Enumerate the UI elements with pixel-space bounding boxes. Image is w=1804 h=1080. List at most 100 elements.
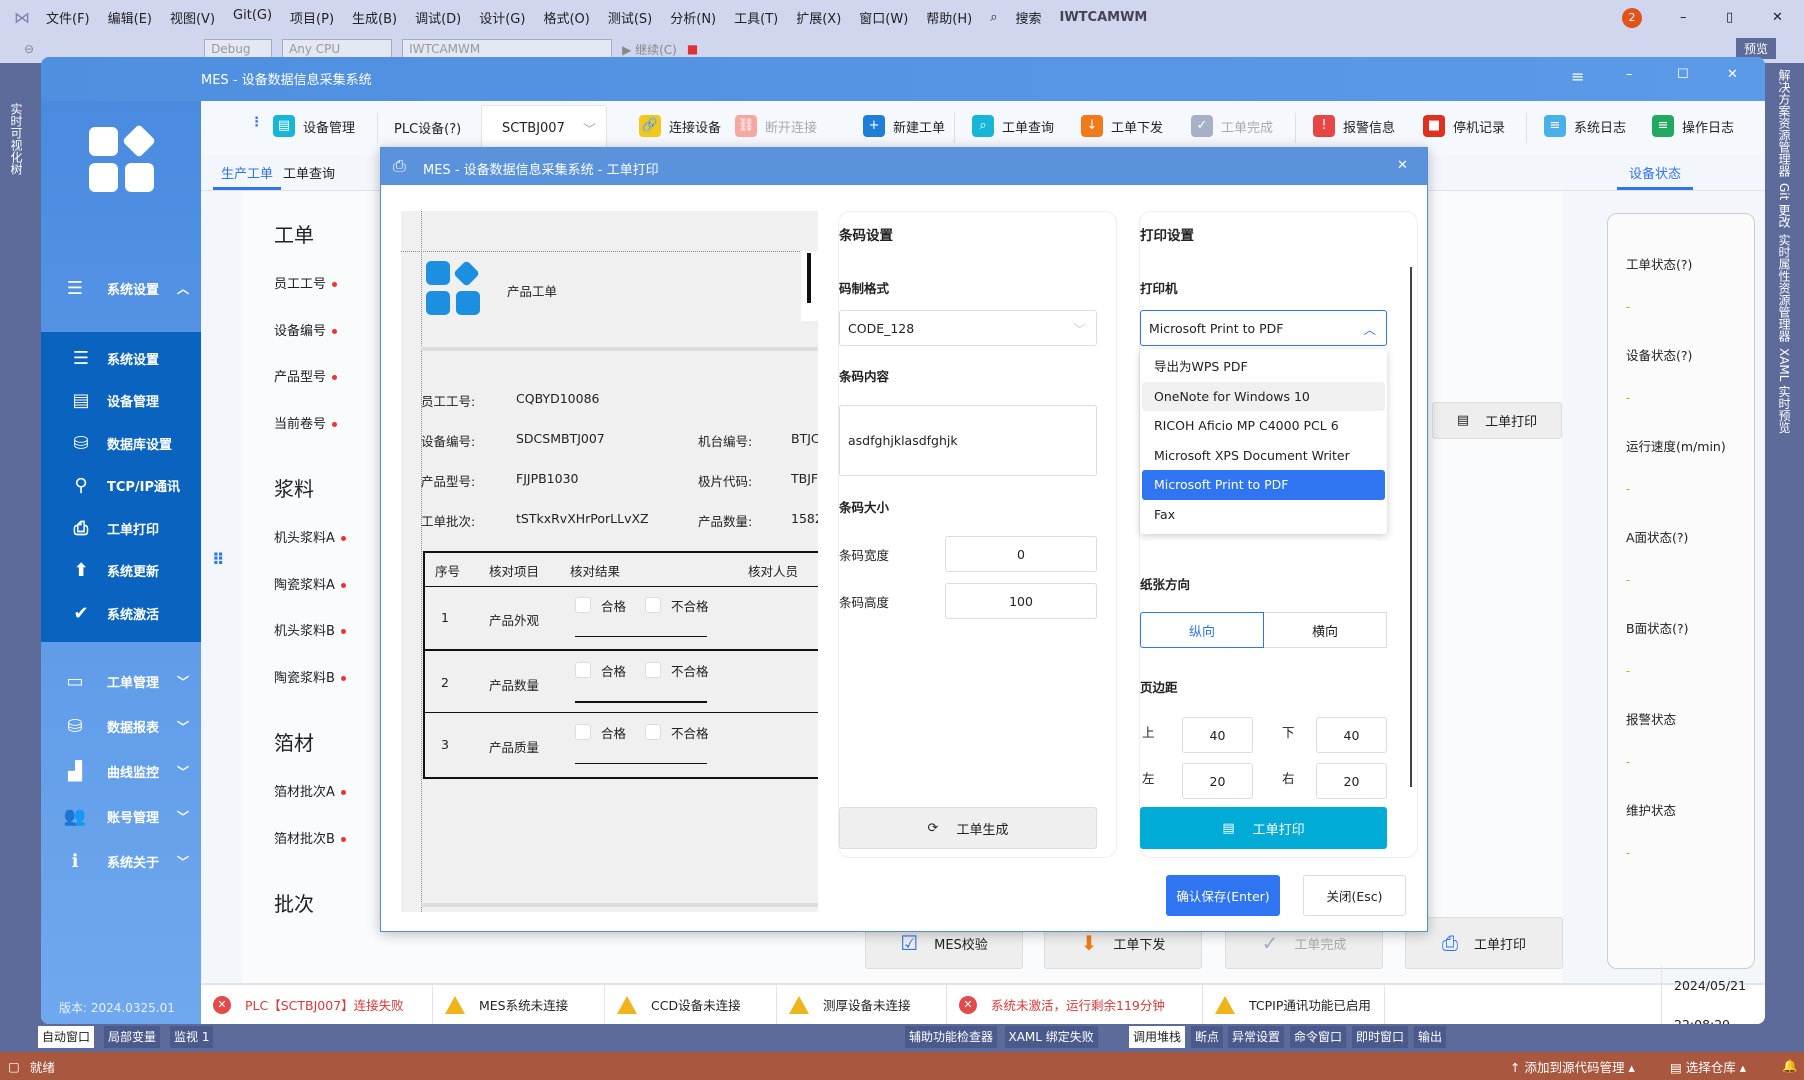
app-minimize-icon[interactable]: – xyxy=(1626,67,1633,82)
vs-right-tab[interactable]: 解决方案资源管理器 xyxy=(1776,69,1793,177)
continue-button[interactable]: ▶ 继续(C) xyxy=(622,41,677,58)
vs-menu-item[interactable]: 工具(T) xyxy=(734,8,778,27)
bell-icon[interactable]: 🔔 xyxy=(1782,1058,1798,1074)
vs-menu-item[interactable]: 窗口(W) xyxy=(859,8,908,27)
vs-menu-item[interactable]: 视图(V) xyxy=(170,8,215,27)
vs-bottom-tab[interactable]: 辅助功能检查器 xyxy=(905,1026,998,1048)
sidebar-group[interactable]: ⛁ 数据报表 ﹀ xyxy=(41,706,201,746)
barcode-content-input[interactable]: asdfghjklasdfghjk xyxy=(839,405,1097,476)
plc-select[interactable]: SCTBJ007 ﹀ xyxy=(481,105,607,151)
toolbar-button[interactable]: ⌕ 工单查询 xyxy=(972,115,1054,137)
printer-option[interactable]: Microsoft XPS Document Writer xyxy=(1142,441,1385,471)
vs-search[interactable]: 搜索 xyxy=(1015,8,1041,27)
toolbar-button[interactable]: ↓ 工单下发 xyxy=(1081,115,1163,137)
sidebar-subitem[interactable]: ▤ 设备管理 xyxy=(41,381,201,421)
select-repo[interactable]: ▤ 选择仓库 ▴ xyxy=(1670,1057,1746,1076)
vs-bottom-tab[interactable]: 命令窗口 xyxy=(1290,1026,1347,1048)
checkbox[interactable] xyxy=(575,662,591,678)
bottom-action-button[interactable]: ⎙ 工单打印 xyxy=(1405,917,1563,969)
grid-handle-icon[interactable]: ⠿ xyxy=(212,550,225,569)
printer-select[interactable]: Microsoft Print to PDF ︿ xyxy=(1140,310,1387,346)
sidebar-subitem[interactable]: ⬆ 系统更新 xyxy=(41,551,201,591)
search-icon[interactable]: ⌕ xyxy=(990,10,997,25)
vs-menu-item[interactable]: 测试(S) xyxy=(608,8,652,27)
vs-menu-item[interactable]: 编辑(E) xyxy=(108,8,152,27)
checkbox[interactable] xyxy=(645,597,661,613)
sidebar-group-system-settings[interactable]: ☰ 系统设置 ︿ xyxy=(41,268,201,308)
toolbar-button[interactable]: + 新建工单 xyxy=(863,115,945,137)
vs-bottom-tab[interactable]: 监视 1 xyxy=(170,1026,214,1048)
stop-icon[interactable]: ■ xyxy=(687,42,698,56)
dialog-close-icon[interactable]: ✕ xyxy=(1397,158,1408,173)
vs-menu-item[interactable]: 格式(O) xyxy=(543,8,589,27)
vs-bottom-tab[interactable]: 局部变量 xyxy=(104,1026,161,1048)
print-order-button[interactable]: ▤ 工单打印 xyxy=(1140,807,1387,849)
vs-bottom-tab[interactable]: 断点 xyxy=(1191,1026,1224,1048)
more-icon[interactable]: ⋮ xyxy=(250,115,263,130)
device-mgmt-button[interactable]: ▤ 设备管理 xyxy=(273,115,355,137)
portrait-option[interactable]: 纵向 xyxy=(1140,612,1264,648)
barcode-format-select[interactable]: CODE_128 ﹀ xyxy=(839,310,1097,346)
notification-badge[interactable]: 2 xyxy=(1622,7,1642,28)
checkbox[interactable] xyxy=(645,724,661,740)
toolbar-button[interactable]: ■ 停机记录 xyxy=(1423,115,1505,137)
vs-bottom-tab[interactable]: 调用堆栈 xyxy=(1129,1026,1186,1048)
vs-menu-item[interactable]: 调试(D) xyxy=(415,8,461,27)
sidebar-subitem[interactable]: ✔ 系统激活 xyxy=(41,593,201,633)
sidebar-subitem[interactable]: ☰ 系统设置 xyxy=(41,338,201,378)
vs-menu-item[interactable]: 项目(P) xyxy=(290,8,334,27)
toolbar-button[interactable]: ✓ 工单完成 xyxy=(1191,115,1273,137)
vs-menu-item[interactable]: 生成(B) xyxy=(352,8,397,27)
toolbar-button[interactable]: ! 报警信息 xyxy=(1313,115,1395,137)
vs-right-tab[interactable]: XAML 实时预览 xyxy=(1776,348,1793,433)
vs-left-tab[interactable]: 实时可视化树 xyxy=(8,103,25,175)
minimize-icon[interactable]: – xyxy=(1680,10,1687,25)
vs-menu-item[interactable]: 扩展(X) xyxy=(796,8,841,27)
sidebar-group[interactable]: 👥 账号管理 ﹀ xyxy=(41,796,201,836)
tab-production-order[interactable]: 生产工单 xyxy=(213,163,282,190)
app-maximize-icon[interactable]: ☐ xyxy=(1677,67,1689,82)
tab-order-query[interactable]: 工单查询 xyxy=(283,163,335,182)
vs-bottom-tab[interactable]: 异常设置 xyxy=(1228,1026,1285,1048)
margin-right-input[interactable]: 20 xyxy=(1316,763,1387,799)
printer-option[interactable]: OneNote for Windows 10 xyxy=(1142,381,1385,411)
vs-right-tab[interactable]: Git 更改 xyxy=(1776,183,1793,228)
landscape-option[interactable]: 横向 xyxy=(1264,612,1387,648)
back-icon[interactable]: ⊖ xyxy=(24,42,34,56)
sidebar-group[interactable]: ℹ 系统关于 ﹀ xyxy=(41,841,201,881)
vs-right-tab[interactable]: 实时属性资源管理器 xyxy=(1776,234,1793,342)
margin-top-input[interactable]: 40 xyxy=(1182,717,1253,753)
sidebar-group[interactable]: ▟ 曲线监控 ﹀ xyxy=(41,751,201,791)
platform-select[interactable]: Any CPU xyxy=(282,39,393,59)
confirm-save-button[interactable]: 确认保存(Enter) xyxy=(1166,875,1280,916)
close-dialog-button[interactable]: 关闭(Esc) xyxy=(1303,875,1406,916)
vs-menu-item[interactable]: 帮助(H) xyxy=(926,8,972,27)
checkbox[interactable] xyxy=(575,724,591,740)
panel-scrollbar[interactable] xyxy=(1410,267,1412,787)
printer-option[interactable]: 导出为WPS PDF xyxy=(1142,352,1385,382)
project-select[interactable]: IWTCAMWM xyxy=(402,39,613,59)
toolbar-button[interactable]: ⛓ 断开连接 xyxy=(735,115,817,137)
margin-bottom-input[interactable]: 40 xyxy=(1316,717,1387,753)
toolbar-button[interactable]: 🔗 连接设备 xyxy=(639,115,721,137)
config-select[interactable]: Debug xyxy=(204,39,273,59)
toolbar-button[interactable]: ≡ 系统日志 xyxy=(1544,115,1626,137)
checkbox[interactable] xyxy=(645,662,661,678)
close-icon[interactable]: ✕ xyxy=(1772,10,1783,25)
checkbox[interactable] xyxy=(575,597,591,613)
vs-menu-item[interactable]: 设计(G) xyxy=(479,8,525,27)
restore-icon[interactable]: ▯ xyxy=(1726,10,1733,25)
order-print-button-bg[interactable]: ▤ 工单打印 xyxy=(1432,402,1562,439)
vs-bottom-tab[interactable]: 输出 xyxy=(1414,1026,1447,1048)
printer-option[interactable]: Fax xyxy=(1142,500,1385,530)
toolbar-button[interactable]: ≡ 操作日志 xyxy=(1652,115,1734,137)
preview-button[interactable]: 预览 xyxy=(1736,38,1777,59)
printer-option[interactable]: Microsoft Print to PDF xyxy=(1142,470,1385,500)
app-menu-icon[interactable]: ≡ xyxy=(1571,67,1584,86)
barcode-width-input[interactable]: 0 xyxy=(945,536,1097,572)
sidebar-subitem[interactable]: ⛁ 数据库设置 xyxy=(41,423,201,463)
vs-menu-item[interactable]: 文件(F) xyxy=(46,8,90,27)
barcode-height-input[interactable]: 100 xyxy=(945,583,1097,619)
vs-bottom-tab[interactable]: XAML 绑定失败 xyxy=(1004,1026,1098,1048)
vs-menu-item[interactable]: Git(G) xyxy=(233,8,272,27)
